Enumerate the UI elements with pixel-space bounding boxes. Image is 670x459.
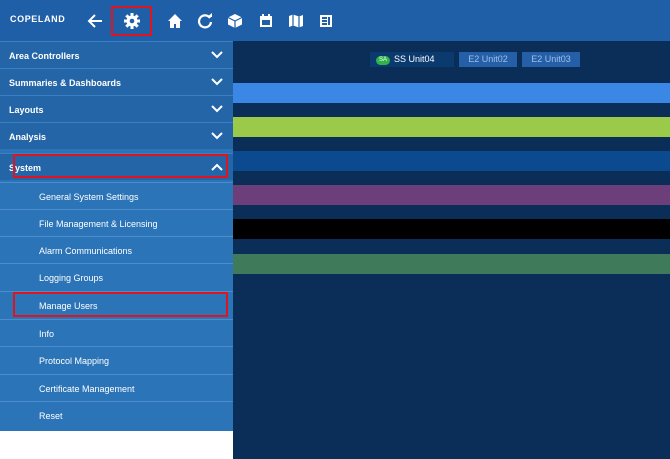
- menu-item-alarm-communications[interactable]: Alarm Communications: [0, 236, 233, 263]
- home-icon[interactable]: [162, 8, 188, 34]
- tab-e2-unit03[interactable]: E2 Unit03: [522, 52, 580, 67]
- menu-item-logging-groups[interactable]: Logging Groups: [0, 263, 233, 290]
- menu-item-label: Certificate Management: [39, 384, 135, 394]
- menu-item-reset[interactable]: Reset: [0, 401, 233, 428]
- chevron-down-icon: [211, 105, 223, 113]
- highlight-frame-system: [13, 154, 228, 178]
- status-stripe: [233, 117, 670, 137]
- menu-item-label: Logging Groups: [39, 273, 104, 283]
- panel-icon[interactable]: [313, 8, 339, 34]
- top-toolbar: COPELAND: [0, 0, 670, 41]
- section-label: Area Controllers: [9, 51, 80, 61]
- menu-item-general-system-settings[interactable]: General System Settings: [0, 182, 233, 209]
- menu-item-label: Alarm Communications: [39, 246, 133, 256]
- cube-icon[interactable]: [222, 8, 248, 34]
- menu-item-label: General System Settings: [39, 192, 139, 202]
- menu-item-file-management-licensing[interactable]: File Management & Licensing: [0, 209, 233, 236]
- section-label: Summaries & Dashboards: [9, 78, 122, 88]
- menu-item-protocol-mapping[interactable]: Protocol Mapping: [0, 346, 233, 373]
- menu-item-label: Reset: [39, 411, 63, 421]
- status-stripe: [233, 219, 670, 239]
- tab-e2-unit02[interactable]: E2 Unit02: [459, 52, 517, 67]
- section-label: Layouts: [9, 105, 44, 115]
- section-label: Analysis: [9, 132, 47, 142]
- back-arrow-icon[interactable]: [82, 8, 108, 34]
- copeland-logo: COPELAND: [10, 14, 66, 24]
- status-stripe: [233, 151, 670, 171]
- sidebar-section-layouts[interactable]: Layouts: [0, 95, 233, 122]
- gear-icon[interactable]: [111, 6, 152, 36]
- status-stripe: [233, 83, 670, 103]
- menu-item-label: File Management & Licensing: [39, 219, 158, 229]
- menu-item-label: Protocol Mapping: [39, 356, 110, 366]
- status-stripe: [233, 185, 670, 205]
- menu-item-certificate-management[interactable]: Certificate Management: [0, 374, 233, 401]
- refresh-icon[interactable]: [192, 8, 218, 34]
- menu-item-info[interactable]: Info: [0, 319, 233, 346]
- tab-label: SS Unit04: [394, 54, 435, 64]
- calendar-icon[interactable]: [253, 8, 279, 34]
- status-stripe: [233, 254, 670, 274]
- tab-ss-unit04[interactable]: SA SS Unit04: [370, 52, 454, 67]
- chevron-down-icon: [211, 132, 223, 140]
- sidebar-section-summaries-dashboards[interactable]: Summaries & Dashboards: [0, 68, 233, 95]
- chevron-down-icon: [211, 51, 223, 59]
- map-icon[interactable]: [283, 8, 309, 34]
- main-content: SA SS Unit04 E2 Unit02 E2 Unit03: [233, 41, 670, 459]
- unit-badge: SA: [376, 56, 391, 65]
- menu-item-label: Info: [39, 329, 55, 339]
- highlight-frame-manage-users: [13, 292, 228, 317]
- sidebar-menu: Area Controllers Summaries & Dashboards …: [0, 41, 233, 431]
- sidebar-section-analysis[interactable]: Analysis: [0, 122, 233, 149]
- sidebar-section-area-controllers[interactable]: Area Controllers: [0, 41, 233, 68]
- chevron-down-icon: [211, 78, 223, 86]
